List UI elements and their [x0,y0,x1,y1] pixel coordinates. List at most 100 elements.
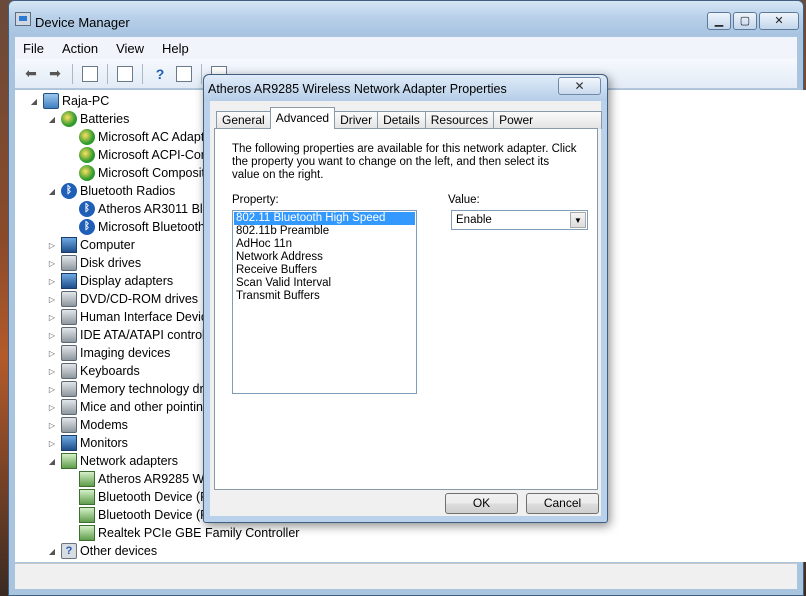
menu-bar: File Action View Help [15,37,797,59]
tree-item-label: Microsoft AC Adapter [98,130,216,144]
menu-file[interactable]: File [23,41,44,56]
tree-item-label: Computer [80,238,135,252]
show-action-pane-icon[interactable] [174,64,194,84]
device-manager-icon [15,12,31,26]
tree-item[interactable]: ▷ Keyboards [47,362,140,380]
expand-arrow-icon[interactable]: ▷ [47,295,57,304]
value-dropdown[interactable]: Enable ▼ [451,210,588,230]
tree-item[interactable]: ▷ DVD/CD-ROM drives [47,290,198,308]
tab-driver[interactable]: Driver [334,111,379,129]
tab-resources[interactable]: Resources [424,111,495,129]
properties-dialog: Atheros AR9285 Wireless Network Adapter … [203,74,608,523]
network-icon [79,471,95,487]
tree-item-label: Display adapters [80,274,174,288]
menu-action[interactable]: Action [62,41,98,56]
tree-item[interactable]: ▷ Modems [47,416,128,434]
network-icon [79,507,95,523]
tree-item[interactable]: ▷ Monitors [47,434,128,452]
tab-power-management[interactable]: Power Management [493,111,602,142]
back-arrow-icon[interactable]: ⬅ [21,64,41,84]
device-icon [61,291,77,307]
tree-item[interactable]: ▷ Memory technology driver [47,380,224,398]
tree-item[interactable]: ▷ Human Interface Devices [47,308,220,326]
device-icon [61,363,77,379]
menu-view[interactable]: View [116,41,144,56]
close-button[interactable]: ✕ [759,12,799,30]
dropdown-arrow-icon[interactable]: ▼ [570,212,586,228]
tree-item[interactable]: ◢? Other devices [47,542,157,560]
collapse-arrow-icon[interactable]: ◢ [29,97,39,106]
tree-item-label: Bluetooth Radios [80,184,176,198]
dialog-close-button[interactable]: ✕ [558,77,601,95]
expand-arrow-icon[interactable]: ▷ [47,313,57,322]
tab-general[interactable]: General [216,111,271,129]
collapse-arrow-icon[interactable]: ◢ [47,115,57,124]
tree-item[interactable]: Realtek PCIe GBE Family Controller [65,524,299,542]
expand-arrow-icon[interactable]: ▷ [47,349,57,358]
menu-help[interactable]: Help [162,41,189,56]
tree-item[interactable]: ▷ Imaging devices [47,344,170,362]
ok-button[interactable]: OK [445,493,518,514]
expand-arrow-icon[interactable]: ▷ [47,421,57,430]
collapse-arrow-icon[interactable]: ◢ [47,187,57,196]
toolbar-separator [142,63,143,84]
expand-arrow-icon[interactable]: ▷ [47,331,57,340]
tree-item[interactable]: ◢ ᛒ Bluetooth Radios [47,182,175,200]
property-item[interactable]: Scan Valid Interval [234,277,415,290]
property-item[interactable]: AdHoc 11n [234,238,415,251]
tree-item-label: Realtek PCIe GBE Family Controller [98,526,300,540]
battery-icon [61,111,77,127]
property-item[interactable]: 802.11b Preamble [234,225,415,238]
collapse-arrow-icon[interactable]: ◢ [47,457,57,466]
expand-arrow-icon[interactable]: ▷ [47,241,57,250]
expand-arrow-icon[interactable]: ▷ [47,439,57,448]
device-icon [61,309,77,325]
advanced-tab-panel: The following properties are available f… [214,128,598,490]
tree-item[interactable]: ▷ Disk drives [47,254,141,272]
help-icon[interactable]: ? [150,64,170,84]
bluetooth-icon: ᛒ [79,201,95,217]
expand-arrow-icon[interactable]: ▷ [47,403,57,412]
dialog-title: Atheros AR9285 Wireless Network Adapter … [208,82,507,96]
description-text: The following properties are available f… [232,143,577,181]
maximize-button[interactable]: ▢ [733,12,757,30]
expand-arrow-icon[interactable]: ▷ [47,259,57,268]
tab-advanced[interactable]: Advanced [269,107,336,129]
value-selected: Enable [456,214,492,226]
cancel-button[interactable]: Cancel [526,493,599,514]
tab-details[interactable]: Details [377,111,426,129]
dialog-body: General Advanced Driver Details Resource… [210,101,602,516]
tree-item[interactable]: Microsoft AC Adapter [65,128,215,146]
property-listbox[interactable]: 802.11 Bluetooth High Speed 802.11b Prea… [232,210,417,394]
tree-item[interactable]: ▷ Computer [47,236,135,254]
property-item[interactable]: Receive Buffers [234,264,415,277]
tree-item-label: Human Interface Devices [80,310,221,324]
property-item[interactable]: Transmit Buffers [234,290,415,303]
device-icon [61,417,77,433]
expand-arrow-icon[interactable]: ▷ [47,385,57,394]
value-label: Value: [448,194,480,206]
device-icon [61,327,77,343]
tree-item[interactable]: ◢ Network adapters [47,452,178,470]
forward-arrow-icon[interactable]: ➡ [45,64,65,84]
property-item[interactable]: Network Address [234,251,415,264]
monitor-icon [61,273,77,289]
expand-arrow-icon[interactable]: ▷ [47,367,57,376]
tree-item[interactable]: ▷ IDE ATA/ATAPI controllers [47,326,225,344]
expand-arrow-icon[interactable]: ▷ [47,277,57,286]
minimize-button[interactable]: ▁ [707,12,731,30]
monitor-icon [61,237,77,253]
tree-item[interactable]: ◢ Raja-PC [29,92,109,110]
window-title: Device Manager [35,15,130,30]
dialog-title-bar[interactable]: Atheros AR9285 Wireless Network Adapter … [204,75,607,101]
title-bar[interactable]: Device Manager ▁ ▢ ✕ [9,1,803,35]
tree-item[interactable]: ▷ Display adapters [47,272,173,290]
collapse-arrow-icon[interactable]: ◢ [47,547,57,556]
properties-icon[interactable] [115,64,135,84]
other-icon: ? [61,543,77,559]
device-icon [61,255,77,271]
tree-item[interactable]: ◢ Batteries [47,110,129,128]
tree-item-label: Disk drives [80,256,142,270]
property-item[interactable]: 802.11 Bluetooth High Speed [234,212,415,225]
show-hide-console-tree-icon[interactable] [80,64,100,84]
